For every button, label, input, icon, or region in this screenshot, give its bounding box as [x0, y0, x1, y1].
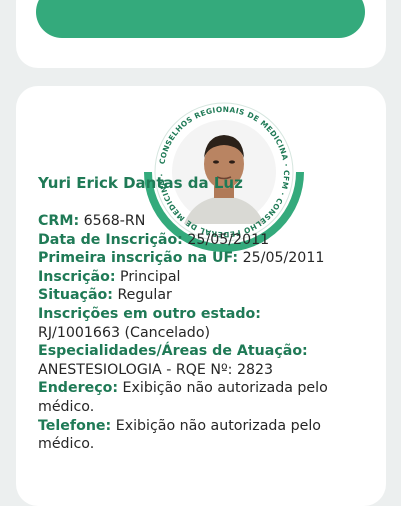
doctor-details: CRM: 6568-RN Data de Inscrição: 25/05/20… — [38, 212, 378, 454]
primeira-inscricao-label: Primeira inscrição na UF: — [38, 250, 239, 267]
especialidades-label-row: Especialidades/Áreas de Atuação: — [38, 342, 378, 361]
telefone-label: Telefone: — [38, 417, 112, 434]
outro-estado-label: Inscrições em outro estado: — [38, 305, 261, 322]
primeira-inscricao-value: 25/05/2011 — [238, 250, 325, 267]
situacao-row: Situação: Regular — [38, 286, 378, 305]
situacao-value: Regular — [112, 287, 172, 304]
inscricao-row: Inscrição: Principal — [38, 268, 378, 287]
endereco-row: Endereço: Exibição não autorizada pelo m… — [38, 379, 378, 416]
especialidades-value: ANESTESIOLOGIA - RQE Nº: 2823 — [38, 361, 274, 378]
outro-estado-value-row: RJ/1001663 (Cancelado) — [38, 324, 378, 343]
doctor-name: Yuri Erick Dantas da Luz — [38, 174, 243, 192]
situacao-label: Situação: — [38, 287, 113, 304]
data-inscricao-row: Data de Inscrição: 25/05/2011 — [38, 231, 378, 250]
telefone-row: Telefone: Exibição não autorizada pelo m… — [38, 417, 378, 454]
primeira-inscricao-row: Primeira inscrição na UF: 25/05/2011 — [38, 249, 378, 268]
outro-estado-value: RJ/1001663 (Cancelado) — [38, 324, 211, 341]
especialidades-label: Especialidades/Áreas de Atuação: — [38, 343, 308, 360]
data-inscricao-label: Data de Inscrição: — [38, 231, 183, 248]
action-button[interactable] — [36, 0, 365, 38]
inscricao-label: Inscrição: — [38, 268, 116, 285]
inscricao-value: Principal — [115, 268, 181, 285]
outro-estado-label-row: Inscrições em outro estado: — [38, 305, 378, 324]
data-inscricao-value: 25/05/2011 — [182, 231, 270, 248]
endereco-label: Endereço: — [38, 380, 119, 397]
crm-row: CRM: 6568-RN — [38, 212, 378, 231]
crm-value: 6568-RN — [79, 213, 146, 229]
crm-label: CRM: — [38, 213, 80, 229]
especialidades-value-row: ANESTESIOLOGIA - RQE Nº: 2823 — [38, 361, 378, 380]
